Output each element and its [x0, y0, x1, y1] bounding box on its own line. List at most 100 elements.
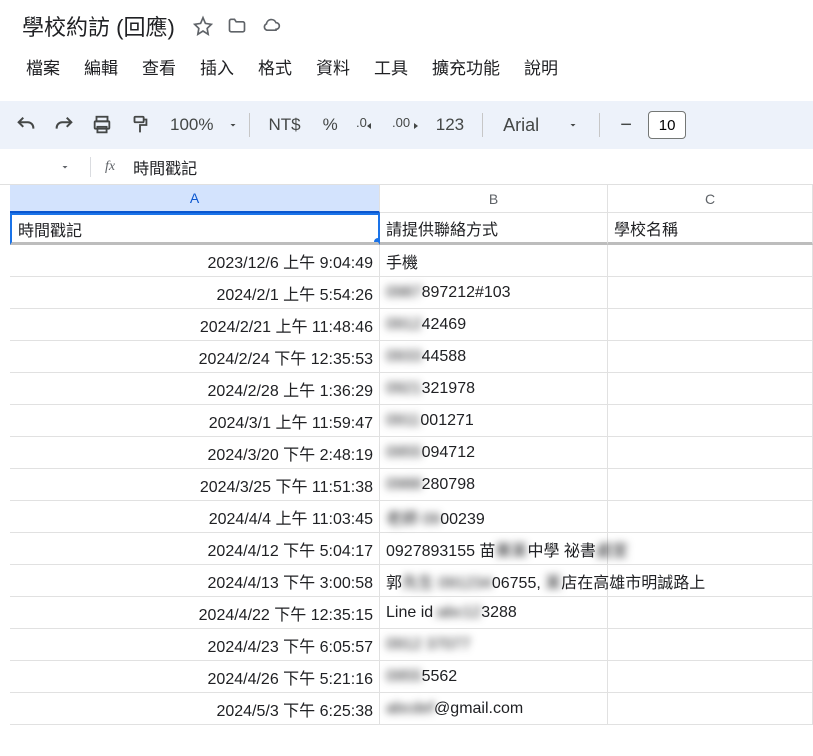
cell[interactable]: 2024/2/21 上午 11:48:46 [10, 309, 380, 341]
cell[interactable]: Line id:abc123288 [380, 597, 608, 629]
cell[interactable]: 2024/3/20 下午 2:48:19 [10, 437, 380, 469]
svg-text:.0: .0 [356, 115, 367, 130]
menu-view[interactable]: 查看 [132, 50, 186, 83]
cell[interactable] [608, 277, 813, 309]
table-row: 2023/12/6 上午 9:04:49手機 [10, 245, 813, 277]
cell[interactable] [608, 373, 813, 405]
cell[interactable]: 2023/12/6 上午 9:04:49 [10, 245, 380, 277]
cell[interactable]: 0927893155 苗栗某中學 祕書處室 [380, 533, 608, 565]
cell[interactable] [608, 309, 813, 341]
table-row: 2024/2/21 上午 11:48:46091242469 [10, 309, 813, 341]
chevron-down-icon [567, 119, 579, 131]
cell[interactable] [608, 501, 813, 533]
increase-decimal-icon[interactable]: .00 [390, 109, 422, 141]
cell[interactable]: 請提供聯絡方式 [380, 213, 608, 245]
paint-format-icon[interactable] [124, 109, 156, 141]
cell[interactable]: 2024/3/1 上午 11:59:47 [10, 405, 380, 437]
cell[interactable]: 2024/2/1 上午 5:54:26 [10, 277, 380, 309]
cell[interactable] [608, 629, 813, 661]
menu-file[interactable]: 檔案 [16, 50, 70, 83]
cell[interactable]: 0987897212#103 [380, 277, 608, 309]
cell[interactable]: 2024/3/25 下午 11:51:38 [10, 469, 380, 501]
zoom-dropdown[interactable]: 100% [162, 115, 239, 135]
cell[interactable]: 學校名稱 [608, 213, 813, 245]
cell[interactable]: 2024/4/13 下午 3:00:58 [10, 565, 380, 597]
col-header-b[interactable]: B [380, 185, 608, 213]
table-row: 2024/5/3 下午 6:25:38abcdef@gmail.com [10, 693, 813, 725]
col-header-a[interactable]: A [10, 185, 380, 213]
cell[interactable] [608, 469, 813, 501]
cell[interactable]: 09555562 [380, 661, 608, 693]
formula-bar-text[interactable]: 時間戳記 [133, 155, 197, 179]
menu-edit[interactable]: 編輯 [74, 50, 128, 83]
cell[interactable]: 2024/4/4 上午 11:03:45 [10, 501, 380, 533]
cell[interactable]: 0911001271 [380, 405, 608, 437]
cell-a1-active[interactable]: 時間戳記 [10, 213, 380, 245]
cell[interactable]: abcdef@gmail.com [380, 693, 608, 725]
cell[interactable]: 2024/2/24 下午 12:35:53 [10, 341, 380, 373]
font-dropdown[interactable]: Arial [493, 115, 589, 136]
menu-extensions[interactable]: 擴充功能 [422, 50, 510, 83]
table-row: 2024/4/22 下午 12:35:15Line id:abc123288 [10, 597, 813, 629]
cell[interactable]: 郭先生 09123406755, 某店在高雄市明誠路上 [380, 565, 608, 597]
table-row: 2024/4/26 下午 5:21:1609555562 [10, 661, 813, 693]
format-123-button[interactable]: 123 [428, 115, 472, 135]
currency-button[interactable]: NT$ [260, 115, 308, 135]
cell[interactable]: 2024/2/28 上午 1:36:29 [10, 373, 380, 405]
cell[interactable]: 2024/5/3 下午 6:25:38 [10, 693, 380, 725]
menu-help[interactable]: 說明 [514, 50, 568, 83]
table-row: 2024/4/13 下午 3:00:58郭先生 09123406755, 某店在… [10, 565, 813, 597]
fx-icon: fx [105, 159, 115, 175]
column-headers: A B C [10, 185, 813, 213]
cell[interactable]: 老師 0900239 [380, 501, 608, 533]
undo-icon[interactable] [10, 109, 42, 141]
cell[interactable] [608, 693, 813, 725]
cell[interactable]: 0988280798 [380, 469, 608, 501]
menu-data[interactable]: 資料 [306, 50, 360, 83]
table-row: 2024/2/1 上午 5:54:260987897212#103 [10, 277, 813, 309]
cell[interactable]: 2024/4/22 下午 12:35:15 [10, 597, 380, 629]
fontsize-input[interactable] [648, 111, 686, 139]
cell[interactable]: 093344588 [380, 341, 608, 373]
decrease-decimal-icon[interactable]: .0 [352, 109, 384, 141]
namebox-dropdown[interactable] [54, 156, 76, 178]
cell[interactable]: 2024/4/23 下午 6:05:57 [10, 629, 380, 661]
cell[interactable] [608, 437, 813, 469]
doc-title[interactable]: 學校約訪 (回應) [16, 8, 181, 44]
cell[interactable] [608, 565, 813, 597]
table-row: 2024/4/12 下午 5:04:170927893155 苗栗某中學 祕書處… [10, 533, 813, 565]
cell[interactable] [608, 405, 813, 437]
chevron-down-icon [227, 119, 239, 131]
cell[interactable] [608, 661, 813, 693]
cell[interactable] [608, 533, 813, 565]
menu-insert[interactable]: 插入 [190, 50, 244, 83]
cell[interactable]: 2024/4/26 下午 5:21:16 [10, 661, 380, 693]
cell-text: 時間戳記 [18, 217, 82, 241]
print-icon[interactable] [86, 109, 118, 141]
menu-tools[interactable]: 工具 [364, 50, 418, 83]
cell[interactable]: 0921321978 [380, 373, 608, 405]
folder-icon[interactable] [227, 16, 247, 36]
cell[interactable]: 091242469 [380, 309, 608, 341]
percent-button[interactable]: % [315, 115, 346, 135]
redo-icon[interactable] [48, 109, 80, 141]
cell[interactable]: 0912 37077 [380, 629, 608, 661]
cell[interactable]: 0955094712 [380, 437, 608, 469]
grid: A B C 時間戳記 請提供聯絡方式 學校名稱 2023/12/6 上午 9:0… [0, 185, 813, 725]
selection-handle[interactable] [374, 238, 380, 245]
cell[interactable] [608, 245, 813, 277]
menu-bar: 檔案 編輯 查看 插入 格式 資料 工具 擴充功能 說明 [16, 48, 797, 85]
cell[interactable]: 2024/4/12 下午 5:04:17 [10, 533, 380, 565]
svg-text:.00: .00 [392, 115, 410, 130]
cell[interactable]: 手機 [380, 245, 608, 277]
menu-format[interactable]: 格式 [248, 50, 302, 83]
col-header-c[interactable]: C [608, 185, 813, 213]
table-row: 2024/3/20 下午 2:48:190955094712 [10, 437, 813, 469]
star-icon[interactable] [193, 16, 213, 36]
table-row: 時間戳記 請提供聯絡方式 學校名稱 [10, 213, 813, 245]
cell[interactable] [608, 341, 813, 373]
cell[interactable] [608, 597, 813, 629]
fontsize-group: − [610, 109, 686, 141]
cloud-icon[interactable] [261, 16, 281, 36]
fontsize-minus-button[interactable]: − [610, 109, 642, 141]
